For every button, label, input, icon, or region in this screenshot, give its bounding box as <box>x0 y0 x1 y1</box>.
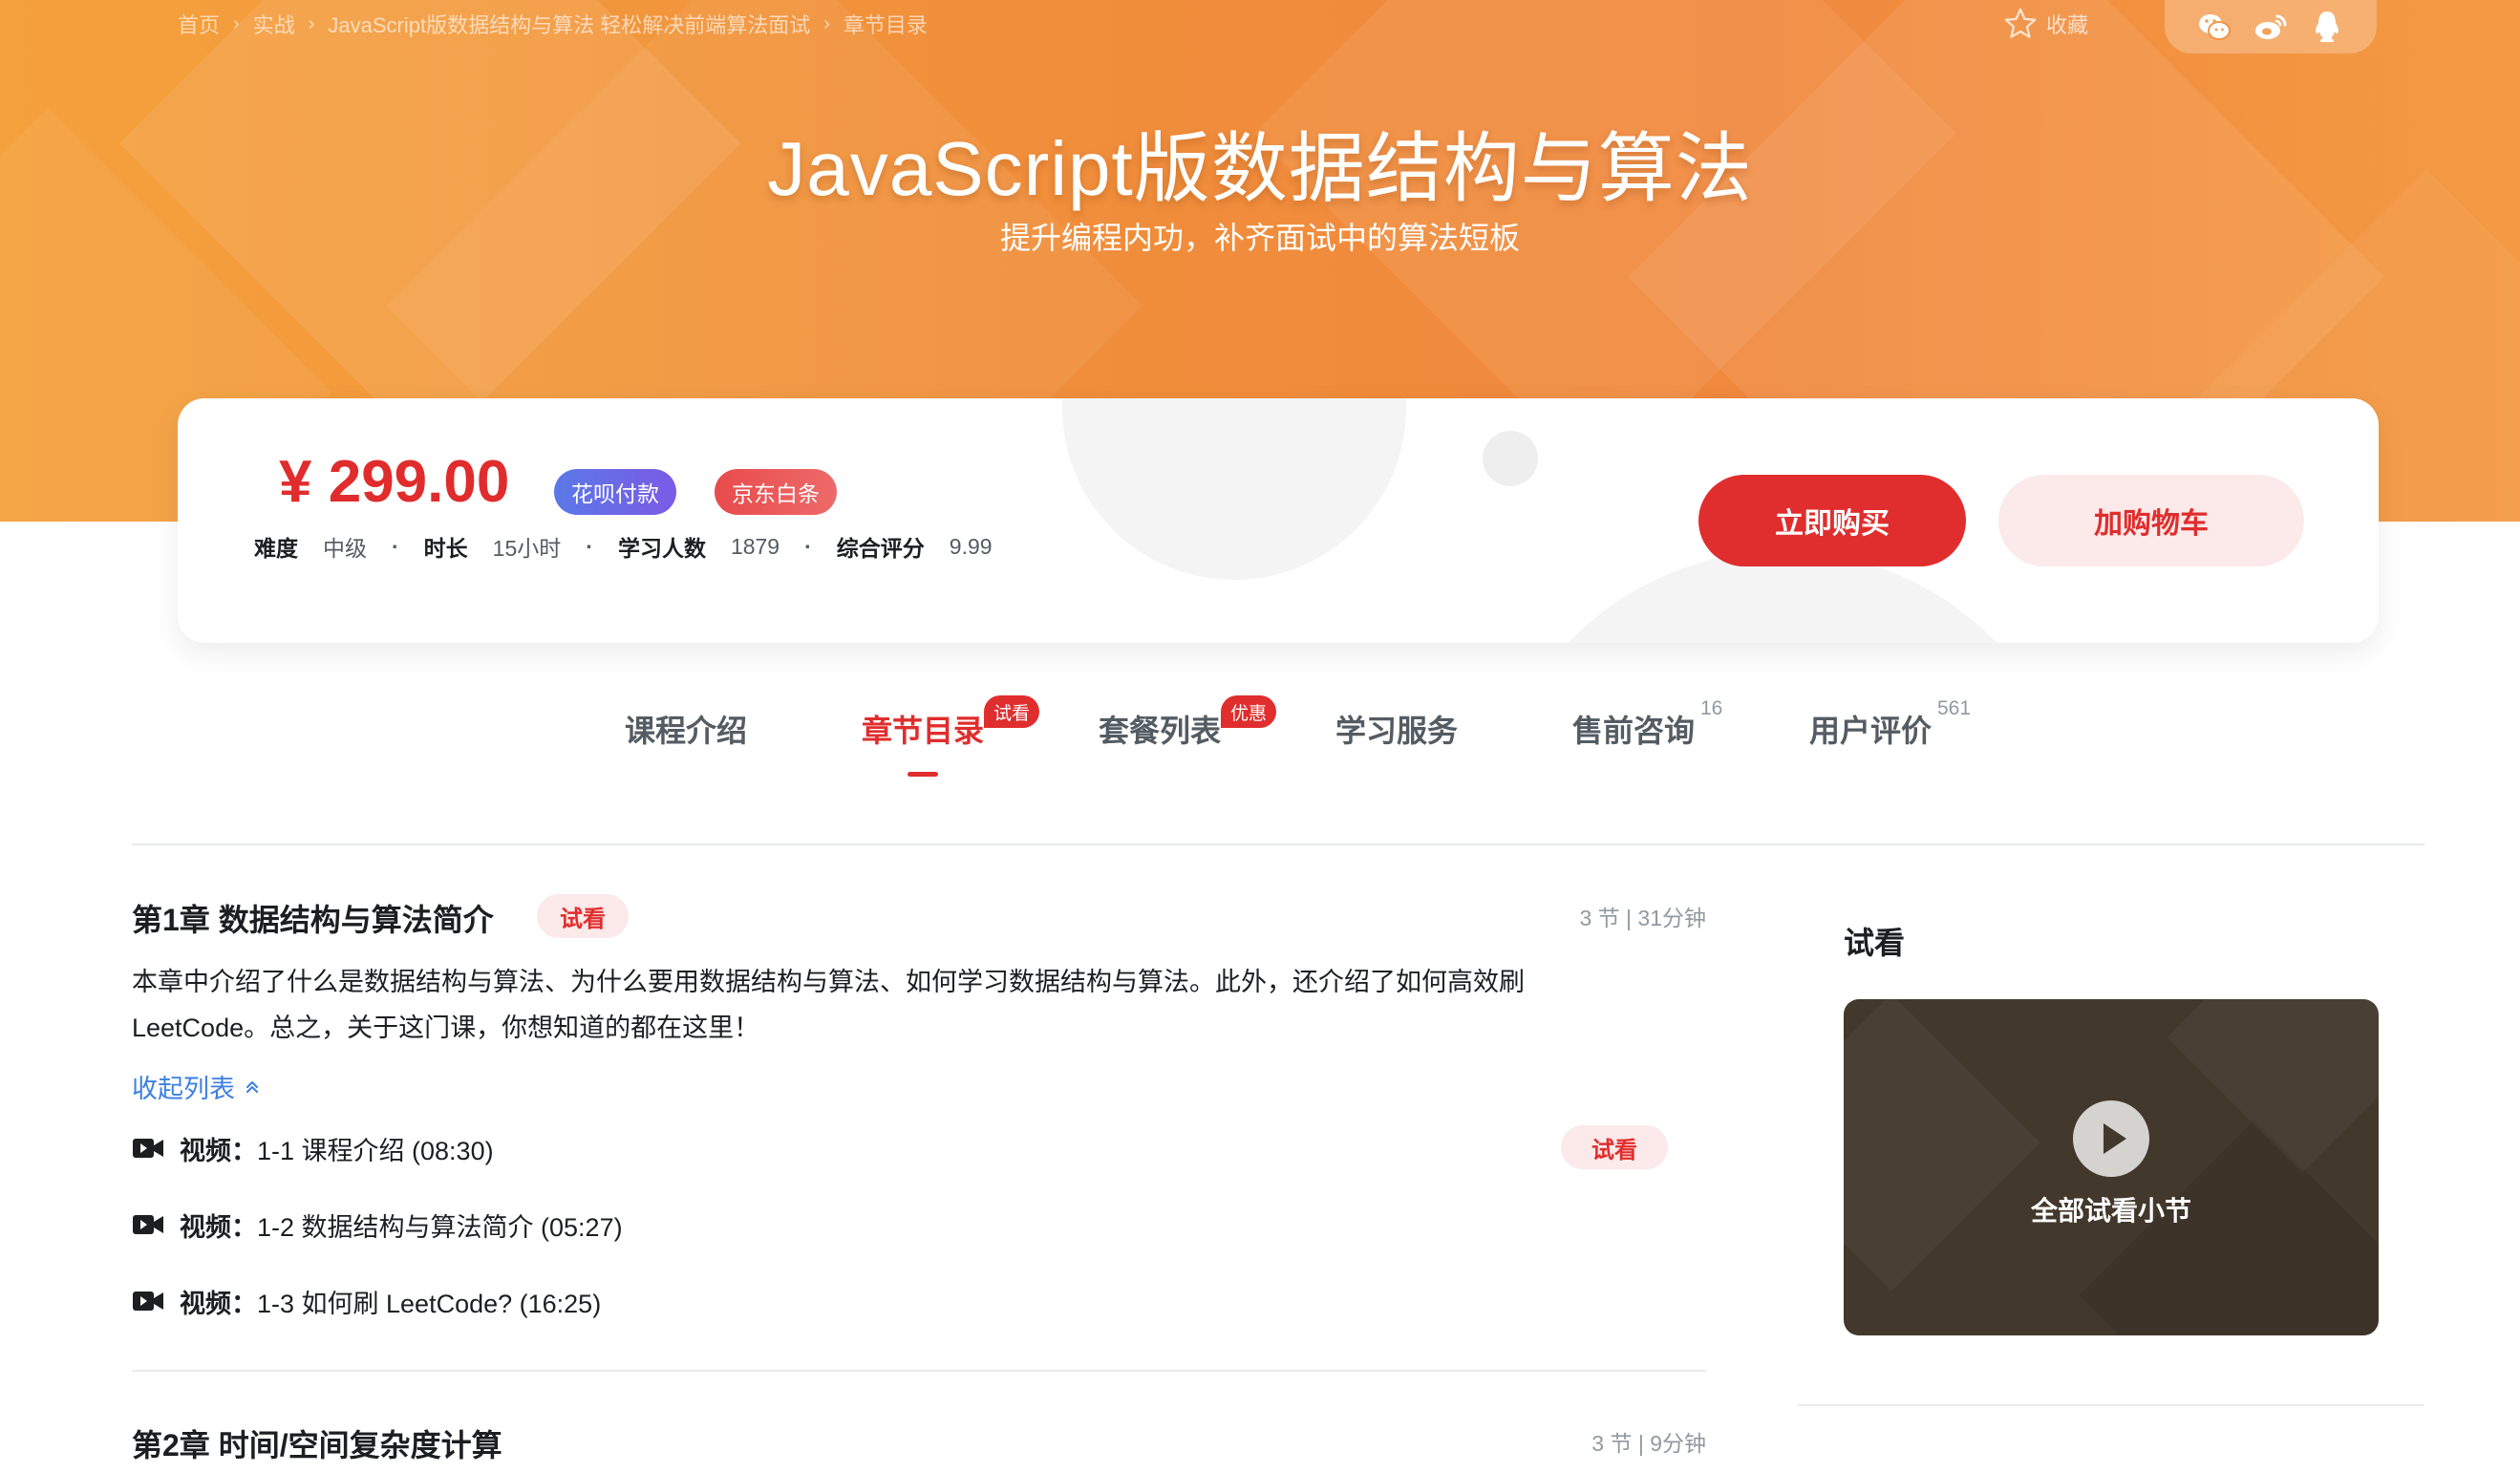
double-chevron-up-icon <box>246 1080 258 1093</box>
meta-separator: · <box>586 533 593 559</box>
trial-video-card[interactable]: 全部试看小节 <box>1844 999 2379 1335</box>
trial-tag: 试看 <box>984 695 1040 728</box>
price-card: ¥ 299.00 花呗付款 京东白条 难度 中级 · 时长 15小时 · 学习人… <box>178 398 2379 643</box>
meta-separator: · <box>804 533 812 559</box>
tab-user-reviews[interactable]: 用户评价 561 <box>1809 697 1971 751</box>
chapter-trial-tag: 试看 <box>537 894 629 938</box>
tab-label: 课程介绍 <box>625 714 748 748</box>
lesson-item[interactable]: 视频： 1-3 如何刷 LeetCode? (16:25) <box>132 1282 601 1320</box>
lesson-trial-button[interactable]: 试看 <box>1561 1125 1668 1169</box>
meta-difficulty-value: 中级 <box>323 536 367 561</box>
wechat-icon[interactable] <box>2195 8 2233 46</box>
trial-video-label: 全部试看小节 <box>2030 1196 2191 1226</box>
course-meta: 难度 中级 · 时长 15小时 · 学习人数 1879 · 综合评分 9.99 <box>254 530 1017 563</box>
card-decoration <box>1062 398 1406 580</box>
meta-duration-value: 15小时 <box>492 536 562 561</box>
chevron-right-icon: › <box>823 12 830 34</box>
meta-separator: · <box>392 533 399 559</box>
collect-label: 收藏 <box>2046 13 2089 37</box>
course-subtitle: 提升编程内功，补齐面试中的算法短板 <box>999 221 1520 255</box>
card-decoration <box>1483 431 1538 486</box>
meta-learners-value: 1879 <box>730 533 780 559</box>
section-divider <box>132 843 2424 845</box>
lesson-name: 1-3 如何刷 LeetCode? (16:25) <box>257 1289 602 1318</box>
video-icon <box>133 1292 163 1311</box>
meta-duration-key: 时长 <box>423 536 468 561</box>
chapter-divider <box>132 1370 1706 1372</box>
meta-difficulty-key: 难度 <box>254 536 298 561</box>
video-decoration <box>1844 999 2040 1292</box>
course-tabs: 课程介绍 章节目录 试看 套餐列表 优惠 学习服务 售前咨询 16 用户评价 5… <box>0 695 2520 783</box>
tab-presale-consult[interactable]: 售前咨询 16 <box>1572 697 1722 751</box>
breadcrumb-current: 章节目录 <box>843 13 928 37</box>
breadcrumb: 首页 › 实战 › JavaScript版数据结构与算法 轻松解决前端算法面试 … <box>178 10 928 38</box>
consult-count: 16 <box>1700 697 1723 719</box>
course-title: JavaScript版数据结构与算法 <box>767 126 1753 211</box>
chevron-right-icon: › <box>308 12 315 34</box>
play-icon[interactable] <box>2073 1100 2149 1177</box>
meta-learners-key: 学习人数 <box>617 536 706 561</box>
chapter-2-stats: 3 节 | 9分钟 <box>1591 1431 1706 1456</box>
tab-course-intro[interactable]: 课程介绍 <box>625 707 747 751</box>
tab-chapters[interactable]: 章节目录 试看 <box>862 695 1040 777</box>
lesson-type: 视频： <box>180 1289 257 1318</box>
tab-label: 套餐列表 <box>1099 714 1222 748</box>
buy-now-button[interactable]: 立即购买 <box>1698 475 1966 566</box>
qq-icon[interactable] <box>2308 8 2346 46</box>
chapter-1-stats: 3 节 | 31分钟 <box>1579 906 1706 930</box>
huabei-badge: 花呗付款 <box>554 469 676 515</box>
sidebar-divider <box>1798 1404 2424 1406</box>
lesson-type: 视频： <box>180 1136 257 1165</box>
trial-section-title: 试看 <box>1844 926 1906 960</box>
tab-label: 学习服务 <box>1335 714 1459 748</box>
lesson-type: 视频： <box>180 1212 257 1242</box>
share-bar <box>2165 0 2377 53</box>
chapter-1-title[interactable]: 第1章 数据结构与算法简介 <box>132 896 494 940</box>
breadcrumb-home[interactable]: 首页 <box>178 9 220 39</box>
tab-label: 章节目录 <box>862 714 985 748</box>
add-to-cart-button[interactable]: 加购物车 <box>1998 475 2304 566</box>
tab-label: 售前咨询 <box>1572 714 1696 748</box>
review-count: 561 <box>1937 697 1972 719</box>
chevron-right-icon: › <box>233 12 240 34</box>
tab-learning-service[interactable]: 学习服务 <box>1335 707 1458 751</box>
collapse-list-link[interactable]: 收起列表 <box>132 1068 262 1105</box>
breadcrumb-course[interactable]: JavaScript版数据结构与算法 轻松解决前端算法面试 <box>328 9 810 39</box>
chapter-2-title[interactable]: 第2章 时间/空间复杂度计算 <box>132 1421 502 1465</box>
tab-label: 用户评价 <box>1809 714 1933 748</box>
weibo-icon[interactable] <box>2252 8 2290 46</box>
chapter-description-line: 本章中介绍了什么是数据结构与算法、为什么要用数据结构与算法、如何学习数据结构与算… <box>132 968 1525 996</box>
breadcrumb-practice[interactable]: 实战 <box>253 9 295 39</box>
meta-rating-value: 9.99 <box>949 533 993 559</box>
lesson-name: 1-1 课程介绍 (08:30) <box>257 1136 494 1165</box>
video-icon <box>133 1139 163 1158</box>
meta-rating-key: 综合评分 <box>836 536 925 561</box>
tab-packages[interactable]: 套餐列表 优惠 <box>1099 695 1277 751</box>
collect-button[interactable]: 收藏 <box>2002 6 2088 42</box>
course-price: ¥ 299.00 <box>279 449 510 515</box>
video-icon <box>133 1215 163 1234</box>
star-icon <box>2004 8 2037 38</box>
chapter-1-description: 本章中介绍了什么是数据结构与算法、为什么要用数据结构与算法、如何学习数据结构与算… <box>132 959 1622 1051</box>
discount-tag: 优惠 <box>1221 695 1277 728</box>
lesson-item[interactable]: 视频： 1-1 课程介绍 (08:30) <box>132 1129 494 1167</box>
chapter-description-line: LeetCode。总之，关于这门课，你想知道的都在这里！ <box>132 1014 760 1042</box>
lesson-item[interactable]: 视频： 1-2 数据结构与算法简介 (05:27) <box>132 1206 623 1244</box>
active-tab-indicator <box>908 772 938 777</box>
collapse-label: 收起列表 <box>132 1075 235 1103</box>
lesson-name: 1-2 数据结构与算法简介 (05:27) <box>257 1212 623 1242</box>
jd-baitiao-badge: 京东白条 <box>715 469 837 515</box>
